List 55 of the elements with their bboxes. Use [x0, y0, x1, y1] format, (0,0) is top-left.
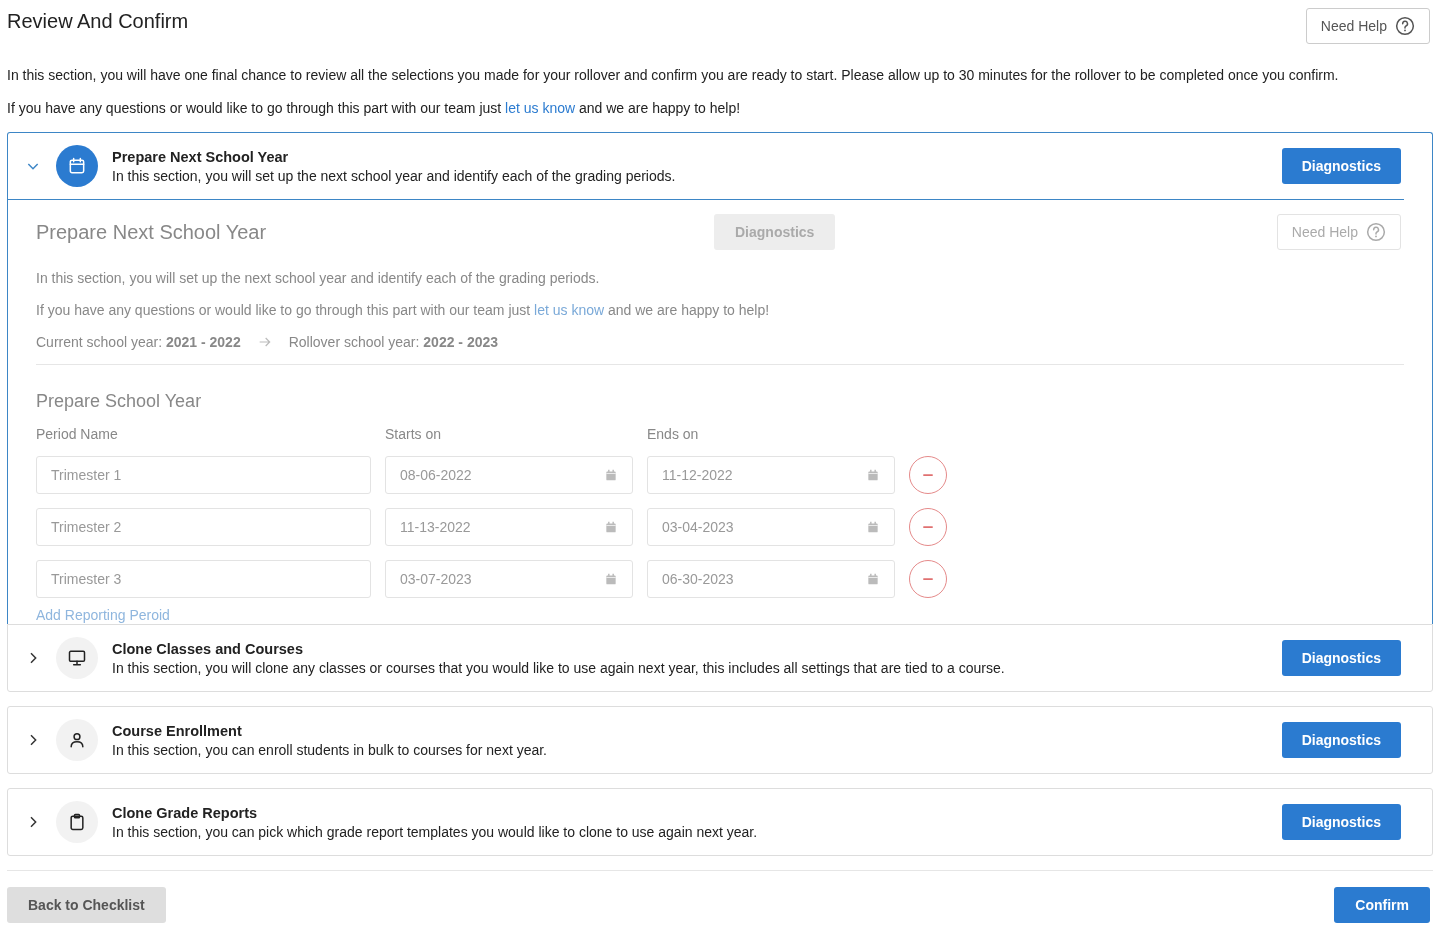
rollover-year-text: Rollover school year: 2022 - 2023 [288, 334, 499, 350]
current-year-text: Current school year: 2021 - 2022 [36, 334, 241, 350]
diagnostics-button[interactable]: Diagnostics [1281, 148, 1401, 184]
section-title: Clone Grade Reports [112, 804, 259, 821]
section-description: In this section, you can pick which grade report templates you would like to clone to use again next year. [112, 823, 759, 840]
date-field[interactable]: 03-07-2023 [385, 560, 633, 598]
remove-button[interactable] [909, 508, 947, 546]
calendar-icon [604, 520, 618, 534]
confirm-button[interactable]: Confirm [1334, 887, 1430, 923]
page-title: Review And Confirm [7, 10, 189, 33]
calendar-icon [604, 572, 618, 586]
help-icon [1366, 222, 1386, 242]
section-title: Prepare Next School Year [112, 148, 290, 165]
calendar-icon [604, 468, 618, 482]
contact-link[interactable]: let us know [505, 100, 576, 116]
help-button[interactable]: Need Help [1305, 8, 1430, 44]
add-period-link[interactable]: Add Reporting Peroid [36, 607, 170, 623]
date-field[interactable]: 11-13-2022 [385, 508, 633, 546]
date-field[interactable]: 03-04-2023 [647, 508, 895, 546]
subsection-title: Prepare School Year [36, 391, 203, 412]
column-header: Ends on [647, 426, 700, 442]
section-description: In this section, you can enroll students in bulk to courses for next year. [112, 741, 548, 758]
help-button[interactable]: Need Help [1276, 214, 1401, 250]
remove-button[interactable] [909, 560, 947, 598]
period-name-field[interactable]: Trimester 1 [36, 456, 371, 494]
diagnostics-button[interactable]: Diagnostics [1281, 640, 1401, 676]
person-icon [67, 730, 87, 750]
date-field[interactable]: 06-30-2023 [647, 560, 895, 598]
contact-link[interactable]: let us know [534, 302, 605, 318]
section-title: Clone Classes and Courses [112, 640, 304, 657]
period-name-field[interactable]: Trimester 3 [36, 560, 371, 598]
help-text: If you have any questions or would like to go through this part with our team just let us know and we are happy to help! [36, 302, 771, 318]
calendar-icon [866, 468, 880, 482]
clipboard-icon [67, 812, 87, 832]
section-description: In this section, you will clone any classes or courses that you would like to use again next year, this includes all settings that are tied to a course. [112, 659, 1006, 676]
section-title: Course Enrollment [112, 722, 243, 739]
diagnostics-button[interactable]: Diagnostics [1281, 722, 1401, 758]
column-header: Period Name [36, 426, 119, 442]
column-header: Starts on [385, 426, 443, 442]
date-field[interactable]: 11-12-2022 [647, 456, 895, 494]
help-icon [1395, 16, 1415, 36]
back-button[interactable]: Back to Checklist [7, 887, 166, 923]
detail-title: Prepare Next School Year [36, 220, 268, 244]
description-text: In this section, you will set up the next school year and identify each of the grading periods. [36, 270, 601, 286]
remove-button[interactable] [909, 456, 947, 494]
period-name-field[interactable]: Trimester 2 [36, 508, 371, 546]
diagnostics-button[interactable]: Diagnostics [1281, 804, 1401, 840]
date-field[interactable]: 08-06-2022 [385, 456, 633, 494]
intro-text: In this section, you will have one final chance to review all the selections you made for your rollover and confirm you are ready to start. Please allow up to 30 minutes for the rollover to be completed once you confirm. [7, 66, 1340, 84]
calendar-icon [866, 520, 880, 534]
section-description: In this section, you will set up the next school year and identify each of the grading periods. [112, 167, 677, 184]
monitor-icon [67, 648, 87, 668]
help-text: If you have any questions or would like to go through this part with our team just let us know and we are happy to help! [7, 99, 742, 117]
calendar-icon [866, 572, 880, 586]
calendar-icon [67, 156, 87, 176]
